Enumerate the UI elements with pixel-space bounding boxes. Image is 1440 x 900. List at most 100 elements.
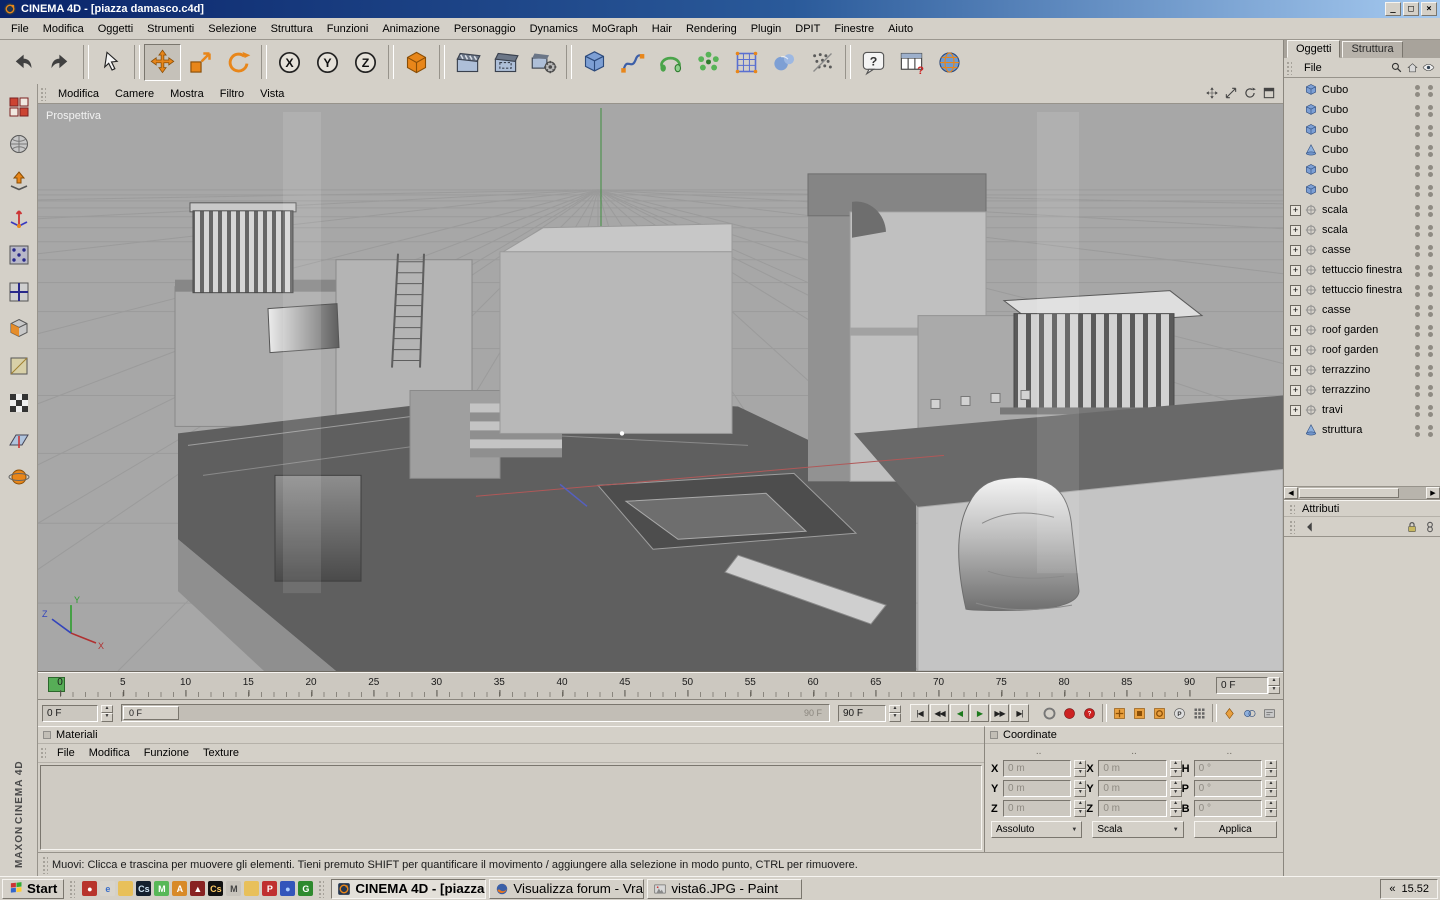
browser-blue-icon[interactable]: ● — [280, 881, 296, 896]
object-row[interactable]: + roof garden — [1284, 340, 1440, 360]
solo-button[interactable] — [1240, 704, 1259, 723]
coordinate-spinner[interactable] — [1074, 780, 1087, 797]
object-row[interactable]: + tettuccio finestra — [1284, 280, 1440, 300]
expand-toggle[interactable]: + — [1290, 404, 1301, 416]
object-row[interactable]: +Cubo — [1284, 100, 1440, 120]
tray-chevron[interactable]: « — [1389, 883, 1395, 895]
move-button[interactable] — [144, 43, 181, 81]
msn-icon[interactable]: M — [154, 881, 170, 896]
visibility-dots[interactable] — [1415, 125, 1433, 137]
play-button[interactable]: ▶ — [970, 704, 989, 722]
expand-toggle[interactable]: + — [1290, 384, 1301, 396]
scale-dropdown[interactable]: Scala — [1092, 821, 1184, 838]
winamp-icon[interactable]: A — [172, 881, 188, 896]
expand-toggle[interactable]: + — [1290, 204, 1301, 216]
menu-struttura[interactable]: Struttura — [264, 20, 320, 38]
coordinate-field[interactable]: 0 ° — [1193, 800, 1262, 817]
visibility-dots[interactable] — [1415, 305, 1433, 317]
object-row[interactable]: + casse — [1284, 240, 1440, 260]
object-row[interactable]: + casse — [1284, 300, 1440, 320]
coordinate-field[interactable]: 0 ° — [1193, 780, 1262, 797]
object-row[interactable]: + roof garden — [1284, 320, 1440, 340]
viewport-menu-filtro[interactable]: Filtro — [212, 86, 252, 102]
menu-dynamics[interactable]: Dynamics — [523, 20, 585, 38]
timeline-ruler[interactable]: 0 5 10 15 20 25 30 35 40 45 50 55 60 65 70 75 80 85 90 0 F — [38, 672, 1283, 700]
options-button[interactable] — [1260, 704, 1279, 723]
coordinate-field[interactable]: 0 m — [1003, 760, 1072, 777]
menu-animazione[interactable]: Animazione — [375, 20, 446, 38]
tab-oggetti[interactable]: Oggetti — [1287, 40, 1341, 58]
expand-toggle[interactable]: + — [1290, 244, 1301, 256]
coordinate-spinner[interactable] — [1265, 800, 1277, 817]
animation-mode-icon[interactable] — [4, 462, 34, 492]
add-deformer-button[interactable] — [728, 44, 765, 81]
visibility-dots[interactable] — [1415, 85, 1433, 97]
add-metaball-button[interactable] — [766, 44, 803, 81]
panel-grip[interactable] — [1285, 60, 1292, 75]
menu-file[interactable]: File — [4, 20, 36, 38]
menu-selezione[interactable]: Selezione — [201, 20, 263, 38]
next-key-button[interactable]: ▶▶ — [990, 704, 1009, 722]
coordinate-field[interactable]: 0 m — [1098, 780, 1167, 797]
mode-dropdown[interactable]: Assoluto — [991, 821, 1083, 838]
object-row[interactable]: + scala — [1284, 200, 1440, 220]
taskbar-grip[interactable] — [317, 879, 325, 898]
object-list-hscrollbar[interactable]: ◀ ▶ — [1284, 486, 1440, 500]
acrobat-icon[interactable]: ▲ — [190, 881, 206, 896]
rotate-button[interactable] — [220, 44, 257, 81]
materials-menu-file[interactable]: File — [50, 744, 82, 762]
menu-plugin[interactable]: Plugin — [744, 20, 789, 38]
materials-menu-texture[interactable]: Texture — [196, 744, 246, 762]
visibility-dots[interactable] — [1415, 205, 1433, 217]
record-keyframe-button[interactable] — [1060, 704, 1079, 723]
coordinate-field[interactable]: 0 m — [1003, 780, 1072, 797]
coordinate-spinner[interactable] — [1265, 760, 1277, 777]
add-nurbs-button[interactable] — [652, 44, 689, 81]
green-app-icon[interactable]: G — [298, 881, 314, 896]
viewport-pan-icon[interactable] — [1204, 86, 1220, 102]
workplane-mode-icon[interactable] — [4, 425, 34, 455]
menu-aiuto[interactable]: Aiuto — [881, 20, 920, 38]
keyframe-selection-button[interactable] — [1220, 704, 1239, 723]
record-rotation-button[interactable] — [1150, 704, 1169, 723]
render-region-button[interactable] — [487, 44, 524, 81]
object-row[interactable]: + travi — [1284, 400, 1440, 420]
content-browser-button[interactable]: ? — [893, 44, 930, 81]
attr-back-icon[interactable] — [1303, 520, 1317, 534]
visibility-dots[interactable] — [1415, 265, 1433, 277]
object-axis-mode-icon[interactable] — [4, 203, 34, 233]
end-frame-field[interactable]: 90 F — [838, 704, 886, 722]
visibility-dots[interactable] — [1415, 145, 1433, 157]
render-settings-button[interactable] — [525, 44, 562, 81]
coordinate-field[interactable]: 0 m — [1098, 760, 1167, 777]
visibility-dots[interactable] — [1415, 385, 1433, 397]
scroll-thumb[interactable] — [1299, 488, 1399, 498]
expand-toggle[interactable]: + — [1290, 304, 1301, 316]
task-firefox[interactable]: Visualizza forum - Vray f... — [489, 878, 645, 899]
viewport-rotate-icon[interactable] — [1242, 86, 1258, 102]
object-row[interactable]: + scala — [1284, 220, 1440, 240]
home-icon[interactable] — [1406, 61, 1419, 74]
prev-frame-button[interactable]: ◀ — [950, 704, 969, 722]
menu-modifica[interactable]: Modifica — [36, 20, 91, 38]
ruler-frame-spinner[interactable] — [1268, 677, 1280, 694]
record-position-button[interactable] — [1110, 704, 1129, 723]
maximize-button[interactable]: □ — [1403, 2, 1419, 16]
frame-range-slider[interactable]: 0 F 90 F — [121, 704, 830, 722]
lock-x-button[interactable]: X — [271, 44, 308, 81]
viewport-menu-mostra[interactable]: Mostra — [162, 86, 212, 102]
paint-red-icon[interactable]: P — [262, 881, 278, 896]
object-row[interactable]: +Cubo — [1284, 120, 1440, 140]
lock-y-button[interactable]: Y — [309, 44, 346, 81]
eye-icon[interactable] — [1422, 61, 1435, 74]
materials-menu-modifica[interactable]: Modifica — [82, 744, 137, 762]
add-cube-button[interactable] — [576, 44, 613, 81]
coordinate-system-button[interactable] — [398, 44, 435, 81]
end-frame-spinner[interactable] — [889, 704, 901, 722]
coordinate-field[interactable]: 0 ° — [1193, 760, 1262, 777]
materials-list-area[interactable] — [40, 765, 982, 850]
current-frame-spinner[interactable] — [101, 704, 113, 722]
search-icon[interactable] — [1390, 61, 1403, 74]
record-point-level-button[interactable] — [1190, 704, 1209, 723]
expand-toggle[interactable]: + — [1290, 344, 1301, 356]
